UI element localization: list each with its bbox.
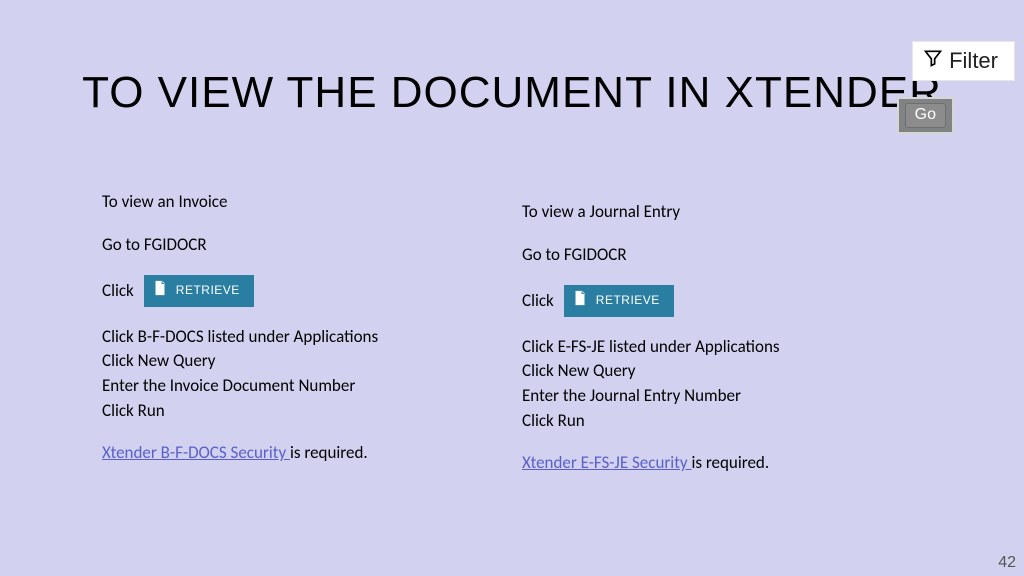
right-security-req: is required. bbox=[691, 452, 769, 473]
left-goto: Go to FGIDOCR bbox=[102, 233, 502, 258]
funnel-icon bbox=[923, 48, 943, 74]
right-intro: To view a Journal Entry bbox=[522, 200, 922, 225]
right-step4: Click Run bbox=[522, 409, 922, 434]
left-security-link[interactable]: Xtender B-F-DOCS Security bbox=[102, 442, 290, 463]
filter-label: Filter bbox=[949, 48, 998, 74]
left-step4: Click Run bbox=[102, 399, 502, 424]
left-step1: Click B-F-DOCS listed under Applications bbox=[102, 325, 502, 350]
retrieve-label: RETRIEVE bbox=[596, 292, 660, 309]
slide-title: TO VIEW THE DOCUMENT IN XTENDER bbox=[0, 68, 1024, 118]
filter-button[interactable]: Filter bbox=[913, 42, 1014, 80]
right-security-line: Xtender E-FS-JE Security is required. bbox=[522, 451, 922, 476]
go-button[interactable]: Go bbox=[905, 103, 946, 128]
retrieve-label: RETRIEVE bbox=[176, 282, 240, 299]
left-step2: Click New Query bbox=[102, 349, 502, 374]
left-click-row: Click RETRIEVE bbox=[102, 275, 502, 306]
page-number: 42 bbox=[998, 554, 1016, 572]
left-security-req: is required. bbox=[290, 442, 368, 463]
document-icon bbox=[152, 280, 168, 301]
slide: TO VIEW THE DOCUMENT IN XTENDER Filter G… bbox=[0, 0, 1024, 576]
left-column: To view an Invoice Go to FGIDOCR Click R… bbox=[102, 190, 502, 466]
left-security-line: Xtender B-F-DOCS Security is required. bbox=[102, 441, 502, 466]
retrieve-button[interactable]: RETRIEVE bbox=[564, 285, 674, 316]
right-step2: Click New Query bbox=[522, 359, 922, 384]
right-step3: Enter the Journal Entry Number bbox=[522, 384, 922, 409]
left-intro: To view an Invoice bbox=[102, 190, 502, 215]
right-security-link[interactable]: Xtender E-FS-JE Security bbox=[522, 452, 691, 473]
right-column: To view a Journal Entry Go to FGIDOCR Cl… bbox=[522, 200, 922, 476]
right-click-text: Click bbox=[522, 289, 554, 314]
left-click-text: Click bbox=[102, 279, 134, 304]
right-step1: Click E-FS-JE listed under Applications bbox=[522, 335, 922, 360]
retrieve-button[interactable]: RETRIEVE bbox=[144, 275, 254, 306]
right-click-row: Click RETRIEVE bbox=[522, 285, 922, 316]
document-icon bbox=[572, 290, 588, 311]
right-goto: Go to FGIDOCR bbox=[522, 243, 922, 268]
left-step3: Enter the Invoice Document Number bbox=[102, 374, 502, 399]
go-button-frame: Go bbox=[897, 97, 954, 134]
